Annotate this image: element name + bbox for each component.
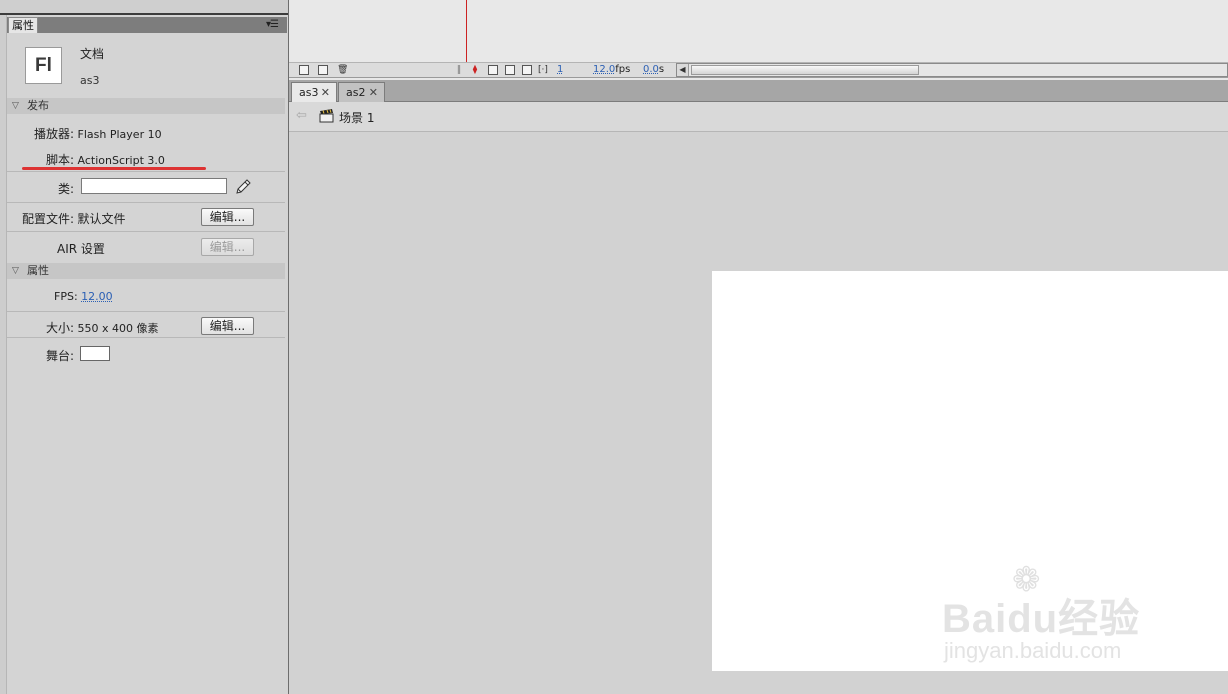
fps-value[interactable]: 12.00 xyxy=(81,290,113,303)
script-row: 脚本: ActionScript 3.0 xyxy=(46,151,165,168)
size-row: 大小: 550 x 400 像素 xyxy=(46,319,159,336)
divider xyxy=(7,202,285,203)
current-frame[interactable]: 1 xyxy=(557,64,563,75)
edit-multiple-frames-icon[interactable] xyxy=(522,65,532,75)
onion-skin-icon[interactable] xyxy=(488,65,498,75)
size-value: 550 x 400 像素 xyxy=(77,322,159,335)
properties-section-title: 属性 xyxy=(27,264,49,277)
document-name: as3 xyxy=(80,74,100,87)
tab-label: as2 xyxy=(346,86,366,99)
size-label: 大小: xyxy=(46,321,75,335)
tab-as2[interactable]: as2 ✕ xyxy=(338,82,385,102)
profile-row: 配置文件: 默认文件 xyxy=(22,210,126,227)
profile-edit-button[interactable]: 编辑... xyxy=(201,208,254,226)
center-frame-icon[interactable]: ⧫ xyxy=(470,65,480,75)
close-icon[interactable]: ✕ xyxy=(321,83,330,102)
stage-label: 舞台: xyxy=(46,349,75,363)
tab-label: as3 xyxy=(299,86,319,99)
close-icon[interactable]: ✕ xyxy=(369,83,378,102)
playhead[interactable] xyxy=(466,0,467,62)
publish-section-header[interactable]: ▽ 发布 xyxy=(7,98,285,114)
elapsed-time[interactable]: 0.0s xyxy=(643,64,664,75)
scene-name[interactable]: 场景 1 xyxy=(339,109,374,126)
frame-rate[interactable]: 12.0fps xyxy=(593,64,630,75)
profile-value: 默认文件 xyxy=(77,212,126,226)
publish-section-title: 发布 xyxy=(27,99,49,112)
panel-left-edge xyxy=(0,15,7,694)
divider xyxy=(7,337,285,338)
air-settings-label: AIR 设置 xyxy=(57,242,105,256)
player-row: 播放器: Flash Player 10 xyxy=(34,125,162,142)
script-value: ActionScript 3.0 xyxy=(77,154,165,167)
player-value: Flash Player 10 xyxy=(77,128,162,141)
modify-markers-icon[interactable]: [·] xyxy=(538,65,548,75)
profile-label: 配置文件: xyxy=(22,212,75,226)
stage-color-swatch[interactable] xyxy=(80,346,110,361)
size-edit-button[interactable]: 编辑... xyxy=(201,317,254,335)
script-label: 脚本: xyxy=(46,153,75,167)
pencil-icon[interactable] xyxy=(234,179,252,195)
tab-as3[interactable]: as3 ✕ xyxy=(291,82,337,102)
annotation-underline xyxy=(22,167,206,170)
player-label: 播放器: xyxy=(34,127,75,141)
class-input[interactable] xyxy=(81,178,227,194)
tab-properties[interactable]: 属性 xyxy=(8,17,38,33)
onion-skin-outlines-icon[interactable] xyxy=(505,65,515,75)
document-tab-bar: as3 ✕ as2 ✕ xyxy=(289,80,1228,102)
stage-pasteboard[interactable] xyxy=(289,132,1228,694)
collapse-triangle-icon[interactable]: ▽ xyxy=(12,98,19,114)
scene-clapper-icon xyxy=(319,109,334,123)
collapse-triangle-icon[interactable]: ▽ xyxy=(12,263,19,279)
divider xyxy=(7,231,285,232)
stage-canvas[interactable] xyxy=(712,271,1228,671)
properties-panel-header xyxy=(7,17,287,33)
class-label: 类: xyxy=(58,182,75,196)
panel-menu-icon[interactable]: ▾☰ xyxy=(266,19,279,30)
new-layer-icon[interactable] xyxy=(299,65,309,75)
trash-icon[interactable]: 🗑 xyxy=(337,65,348,75)
fps-label: FPS: xyxy=(54,290,78,303)
frame-rate-unit: fps xyxy=(615,64,631,75)
properties-section-header[interactable]: ▽ 属性 xyxy=(7,263,285,279)
timeline-panel: 🗑 ‖ ⧫ [·] 1 12.0fps 0.0s ◀ xyxy=(289,0,1228,80)
new-folder-icon[interactable] xyxy=(318,65,328,75)
divider xyxy=(7,311,285,312)
elapsed-time-unit: s xyxy=(658,64,665,75)
back-arrow-icon[interactable]: ⇦ xyxy=(296,108,307,123)
air-edit-button[interactable]: 编辑... xyxy=(201,238,254,256)
elapsed-time-value[interactable]: 0.0 xyxy=(643,64,659,75)
timeline-scrollbar[interactable]: ◀ xyxy=(676,63,1228,77)
edit-bar: ⇦ 场景 1 xyxy=(289,102,1228,132)
properties-panel: 属性 ▾☰ Fl 文档 as3 ▽ 发布 播放器: Flash Player 1… xyxy=(0,0,289,694)
scrollbar-thumb[interactable] xyxy=(691,65,919,75)
panel-top-strip xyxy=(0,0,288,15)
document-fl-icon: Fl xyxy=(25,47,62,84)
fps-row: FPS: 12.00 xyxy=(54,290,113,303)
frame-rate-value[interactable]: 12.0 xyxy=(593,64,615,75)
divider xyxy=(7,171,285,172)
divider-grip-icon: ‖ xyxy=(456,65,462,75)
document-type-label: 文档 xyxy=(80,47,105,61)
scroll-left-arrow-icon[interactable]: ◀ xyxy=(677,64,689,76)
